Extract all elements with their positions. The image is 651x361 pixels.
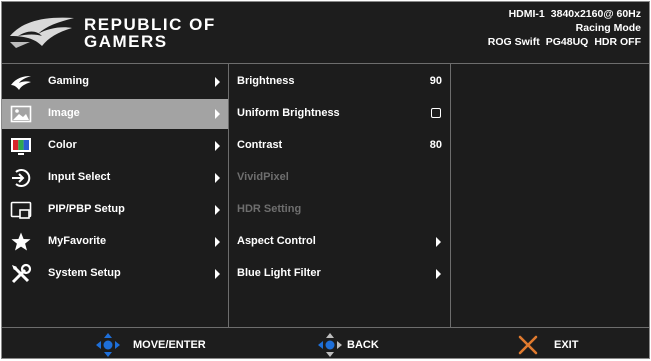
exit-hint[interactable]: EXIT: [516, 328, 596, 358]
chevron-right-icon: [215, 173, 220, 183]
chevron-right-icon: [215, 205, 220, 215]
menu-item-system-setup[interactable]: System Setup: [2, 259, 228, 289]
menu-item-label: PIP/PBP Setup: [48, 203, 125, 215]
star-icon: [11, 232, 31, 251]
brand-name: REPUBLIC OF GAMERS: [84, 16, 216, 50]
move-enter-label: MOVE/ENTER: [133, 339, 206, 351]
osd-header: REPUBLIC OF GAMERS HDMI-1 3840x2160@ 60Hz…: [2, 2, 649, 64]
chevron-right-icon: [215, 109, 220, 119]
game-mode: Racing Mode: [575, 22, 641, 34]
picture-icon: [10, 105, 32, 123]
back-hint: BACK: [316, 328, 406, 358]
submenu-item-contrast[interactable]: Contrast 80: [230, 131, 449, 161]
menu-item-pip-pbp[interactable]: PIP/PBP Setup: [2, 195, 228, 225]
move-enter-hint: MOVE/ENTER: [94, 328, 234, 358]
resolution: 3840x2160@: [550, 8, 614, 20]
submenu-item-label: Contrast: [237, 139, 283, 151]
submenu-item-label: Aspect Control: [237, 235, 316, 247]
submenu-item-label: Blue Light Filter: [237, 267, 321, 279]
uniform-brightness-checkbox[interactable]: [431, 108, 441, 118]
chevron-right-icon: [215, 77, 220, 87]
menu-item-color[interactable]: Color: [2, 131, 228, 161]
menu-item-label: Input Select: [48, 171, 111, 183]
menu-item-myfavorite[interactable]: MyFavorite: [2, 227, 228, 257]
joystick-move-icon: [96, 333, 120, 357]
submenu-item-label: Uniform Brightness: [237, 107, 340, 119]
osd-window: REPUBLIC OF GAMERS HDMI-1 3840x2160@ 60Hz…: [1, 1, 650, 359]
pip-icon: [10, 201, 32, 219]
submenu-item-label: VividPixel: [237, 171, 289, 183]
model-name: PG48UQ: [545, 36, 589, 48]
brand-line-2: GAMERS: [84, 32, 168, 51]
submenu-item-hdr-setting: HDR Setting: [230, 195, 449, 225]
joystick-back-icon: [318, 333, 342, 357]
menu-item-label: Color: [48, 139, 77, 151]
osd-footer: MOVE/ENTER BACK EXIT: [2, 327, 649, 358]
input-source: HDMI-1: [508, 8, 545, 20]
menu-item-label: MyFavorite: [48, 235, 107, 247]
chevron-right-icon: [436, 237, 441, 247]
menu-item-label: Gaming: [48, 75, 89, 87]
brightness-value: 90: [429, 75, 442, 87]
tools-icon: [11, 263, 32, 284]
brand-line-1: REPUBLIC OF: [84, 15, 216, 34]
exit-cross-icon: [518, 335, 538, 355]
menu-item-image[interactable]: Image: [2, 99, 228, 129]
rog-eye-icon: [11, 76, 31, 90]
signal-status: HDMI-1 3840x2160@ 60Hz Racing Mode ROG Sw…: [488, 7, 641, 49]
model-series: ROG Swift: [487, 36, 540, 48]
column-divider: [228, 64, 229, 327]
submenu-item-label: HDR Setting: [237, 203, 302, 215]
submenu-item-label: Brightness: [237, 75, 295, 87]
submenu-item-vividpixel: VividPixel: [230, 163, 449, 193]
menu-item-input-select[interactable]: Input Select: [2, 163, 228, 193]
exit-label: EXIT: [554, 339, 579, 351]
submenu-item-aspect-control[interactable]: Aspect Control: [230, 227, 449, 257]
chevron-right-icon: [215, 141, 220, 151]
rog-logo-icon: [10, 17, 74, 48]
back-label: BACK: [347, 339, 379, 351]
menu-item-label: System Setup: [48, 267, 121, 279]
column-divider: [450, 64, 451, 327]
contrast-value: 80: [429, 139, 442, 151]
submenu-item-brightness[interactable]: Brightness 90: [230, 67, 449, 97]
submenu-item-uniform-brightness[interactable]: Uniform Brightness: [230, 99, 449, 129]
menu-item-label: Image: [48, 107, 80, 119]
menu-item-gaming[interactable]: Gaming: [2, 67, 228, 97]
chevron-right-icon: [436, 269, 441, 279]
input-icon: [12, 169, 31, 187]
hdr-status: HDR OFF: [594, 36, 641, 48]
submenu-item-blue-light-filter[interactable]: Blue Light Filter: [230, 259, 449, 289]
chevron-right-icon: [215, 269, 220, 279]
chevron-right-icon: [215, 237, 220, 247]
color-bars-icon: [11, 138, 31, 155]
refresh-rate: 60Hz: [616, 8, 641, 20]
